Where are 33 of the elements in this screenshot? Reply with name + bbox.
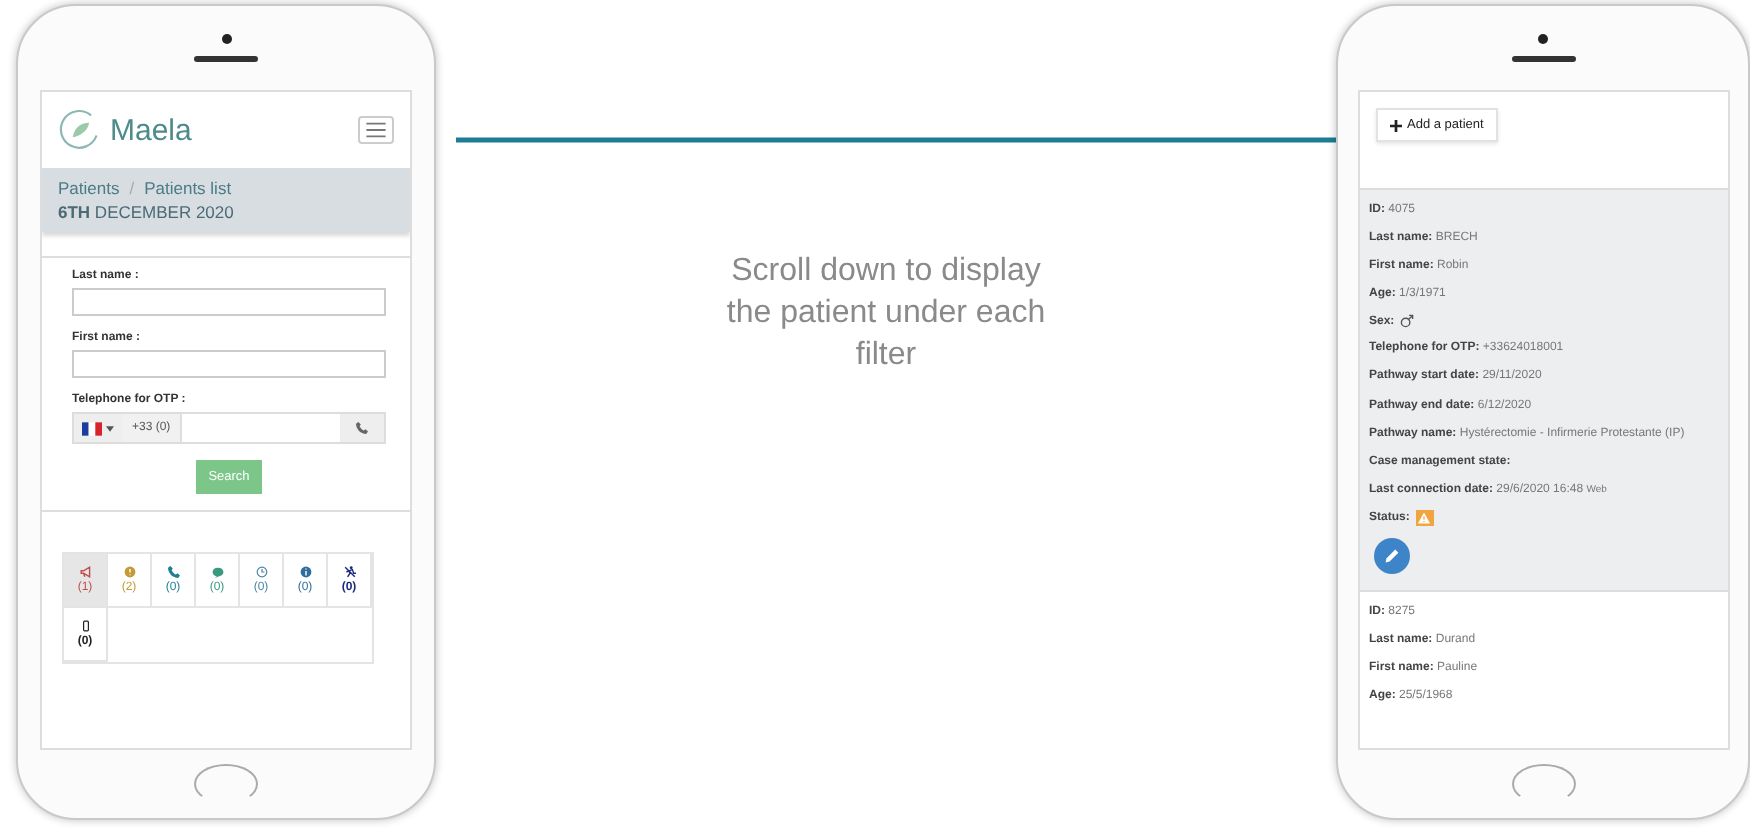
plus-icon [1389, 119, 1401, 131]
date-heading: 6TH DECEMBER 2020 [58, 202, 236, 222]
alert-icon [123, 566, 135, 578]
country-dropdown[interactable] [74, 414, 122, 442]
chat-icon [211, 566, 223, 578]
instruction-text: Scroll down to display the patient under each filter [724, 252, 1048, 376]
phone-icon [167, 566, 179, 578]
runner-icon [343, 566, 355, 578]
call-button[interactable] [340, 414, 384, 442]
input-field[interactable] [72, 288, 386, 316]
speaker-icon [194, 56, 258, 62]
camera-icon [1538, 34, 1548, 44]
leaf-logo-icon [58, 108, 102, 152]
clock-icon [255, 566, 267, 578]
input-field[interactable] [72, 350, 386, 378]
camera-icon [221, 34, 231, 44]
patient-record[interactable] [1359, 188, 1727, 590]
male-symbol-icon [1400, 314, 1415, 329]
menu-icon [366, 122, 386, 138]
phone-icon [356, 422, 368, 434]
breadcrumb-link[interactable]: Patients list [144, 178, 232, 198]
edit-button[interactable] [1373, 537, 1409, 574]
speaker-icon [1511, 56, 1575, 62]
breadcrumb-link[interactable]: Patients [58, 178, 120, 198]
info-icon [299, 566, 311, 578]
flag-icon [82, 421, 102, 435]
pencil-icon [1383, 547, 1399, 564]
caret-icon [106, 425, 114, 431]
app-logo-text: Maela [110, 113, 194, 147]
megaphone-icon [79, 566, 91, 578]
breadcrumb-separator: / [129, 178, 135, 198]
menu-button[interactable] [358, 116, 394, 144]
mobile-icon [79, 620, 91, 632]
